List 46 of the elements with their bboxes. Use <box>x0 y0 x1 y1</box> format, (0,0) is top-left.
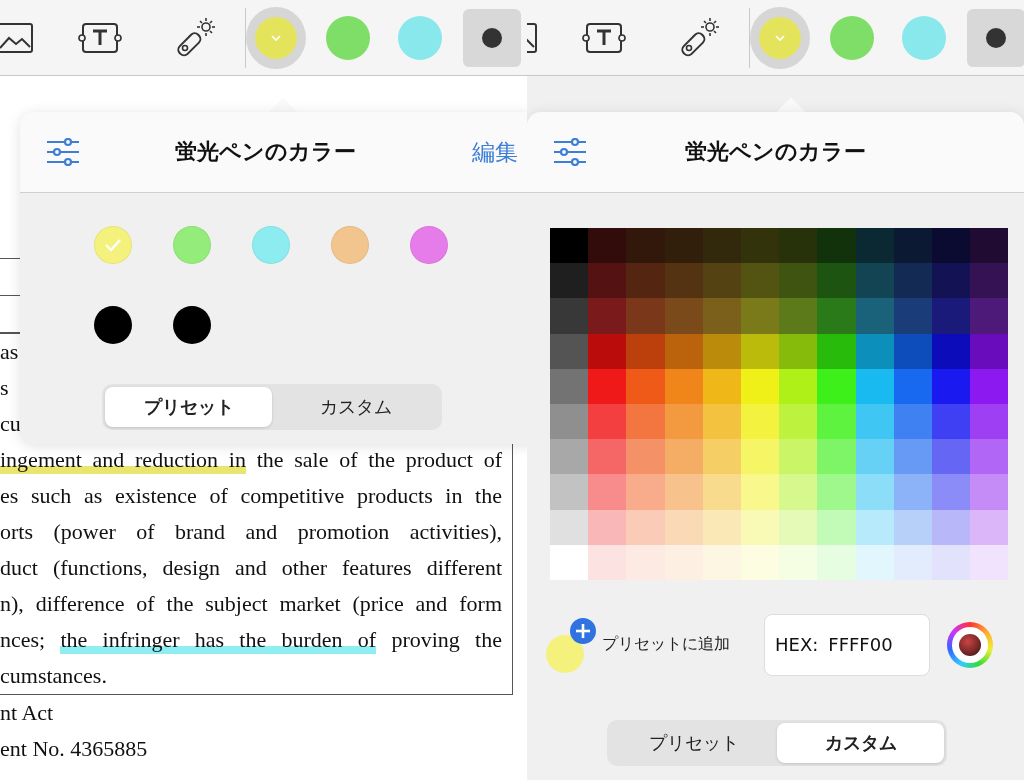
document-text: cu <box>0 410 21 438</box>
document-line: ent No. 4365885 <box>0 735 148 763</box>
document-line: nt Act <box>0 699 54 727</box>
document-text: as <box>0 338 19 366</box>
color-swatch[interactable] <box>94 306 132 344</box>
chevron-down-icon <box>774 33 786 42</box>
color-swatch[interactable] <box>252 226 290 264</box>
document-line: ingement and reduction in the sale of the product of <box>0 446 503 476</box>
image-icon[interactable] <box>0 22 33 53</box>
color-grid-drawing[interactable] <box>550 228 1009 580</box>
wand-icon[interactable] <box>678 16 720 59</box>
highlighter-color-button[interactable] <box>902 15 946 60</box>
color-swatch[interactable] <box>173 226 211 264</box>
document-line: cumstances. <box>0 662 108 690</box>
document-line: duct (functions, design and other features different <box>0 554 503 582</box>
segment-tab[interactable]: プリセット <box>610 722 777 763</box>
check-icon <box>104 238 122 252</box>
plus-icon[interactable] <box>569 616 597 645</box>
chevron-down-icon <box>270 33 282 42</box>
highlighter-color-button[interactable] <box>398 15 442 60</box>
pen-size-button[interactable] <box>463 8 521 67</box>
color-swatch[interactable] <box>94 226 132 264</box>
edit-link[interactable]: 編集 <box>466 135 527 169</box>
add-to-preset-label[interactable]: プリセットに追加 <box>602 634 730 656</box>
popover-title: 蛍光ペンのカラー <box>685 138 866 166</box>
color-swatch[interactable] <box>173 306 211 344</box>
sliders-icon[interactable] <box>553 138 587 166</box>
document-line: orts (power of brand and promotion activities), <box>0 518 503 546</box>
segment-tab[interactable]: プリセット <box>105 387 272 427</box>
highlighter-color-button[interactable] <box>326 15 370 60</box>
text-box-icon[interactable] <box>582 22 626 53</box>
segment-tab[interactable]: カスタム <box>777 722 944 763</box>
text-box-icon[interactable] <box>78 22 122 53</box>
document-line: es such as existence of competitive products in the <box>0 482 503 510</box>
color-swatch[interactable] <box>331 226 369 264</box>
hex-field[interactable]: HEX: FFFF00 <box>764 613 930 676</box>
wand-icon[interactable] <box>174 16 216 59</box>
color-wheel-icon[interactable] <box>947 621 993 668</box>
highlighter-color-button[interactable] <box>830 15 874 60</box>
color-swatch[interactable] <box>410 226 448 264</box>
popover-title: 蛍光ペンのカラー <box>174 138 356 166</box>
sliders-icon[interactable] <box>46 138 80 166</box>
pen-size-button[interactable] <box>967 8 1024 67</box>
document-text: s <box>0 374 9 402</box>
segment-tab[interactable]: カスタム <box>272 387 439 427</box>
document-line: n), difference of the subject market (price and form <box>0 590 503 618</box>
